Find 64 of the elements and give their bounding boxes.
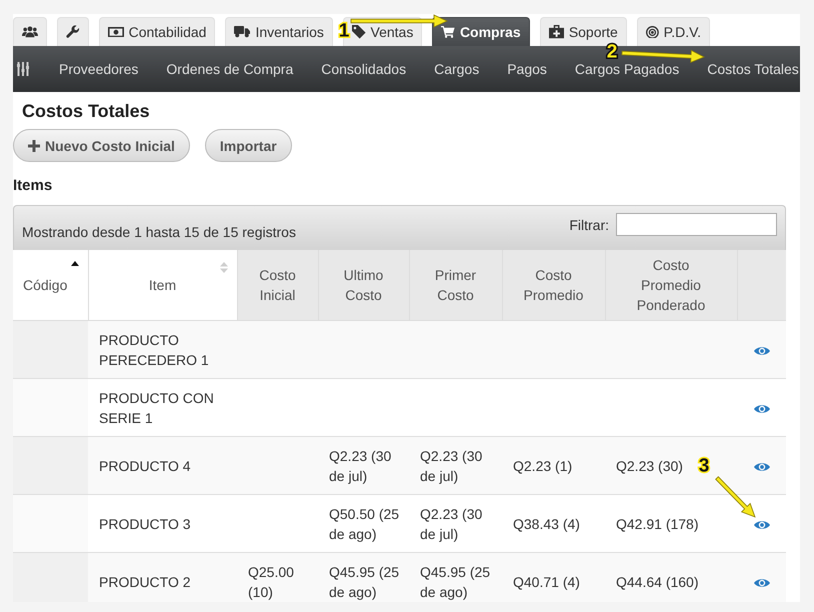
- module-tab[interactable]: [13, 17, 47, 46]
- table-cell: Q42.91 (178): [616, 516, 698, 532]
- table-cell: Q2.23 (30): [616, 458, 683, 474]
- action-button[interactable]: Importar: [204, 129, 292, 162]
- nav-link[interactable]: Consolidados: [321, 61, 406, 77]
- table-cell: Q45.95 (25 de ago): [329, 564, 400, 600]
- table-cell: PRODUCTO 3: [99, 516, 191, 532]
- banknote-icon: [108, 26, 124, 38]
- table-cell: Q44.64 (160): [616, 574, 698, 590]
- filter-label: Filtrar:: [569, 216, 609, 232]
- sort-ascending-icon: [70, 261, 78, 266]
- eye-icon[interactable]: [754, 578, 770, 588]
- add-button[interactable]: Nuevo Costo Inicial: [13, 129, 190, 162]
- eye-icon[interactable]: [754, 346, 770, 356]
- module-tab[interactable]: Compras: [432, 17, 530, 46]
- table-cell: PRODUCTO 4: [99, 458, 191, 474]
- table-cell: Q2.23 (30 de jul): [420, 506, 482, 542]
- module-tab[interactable]: Inventarios: [225, 17, 333, 46]
- table-cell: Q2.23 (30 de jul): [420, 448, 482, 484]
- table-cell: Q45.95 (25 de ago): [420, 564, 490, 600]
- table-cell: PRODUCTO 2: [99, 574, 191, 590]
- truck-icon: [234, 26, 250, 38]
- eye-icon[interactable]: [754, 462, 770, 472]
- plus-icon: [28, 140, 40, 152]
- module-tab[interactable]: Contabilidad: [98, 17, 216, 46]
- table-cell: PRODUCTO PERECEDERO 1: [99, 332, 209, 368]
- nav-link[interactable]: Cargos: [434, 61, 480, 77]
- filter-input[interactable]: [616, 213, 777, 236]
- column-header: Primer Costo: [409, 250, 502, 320]
- table-cell: PRODUCTO CON SERIE 1: [99, 390, 214, 426]
- table-info: Mostrando desde 1 hasta 15 de 15 registros: [22, 224, 296, 240]
- tag-icon: [352, 25, 366, 39]
- module-tab[interactable]: P.D.V.: [636, 17, 710, 46]
- users-icon: [22, 26, 38, 38]
- column-header[interactable]: Item: [88, 250, 237, 320]
- nav-link[interactable]: Proveedores: [59, 61, 138, 77]
- eye-icon[interactable]: [754, 404, 770, 414]
- column-header: Ultimo Costo: [318, 250, 409, 320]
- sort-icon: [220, 262, 228, 273]
- cart-icon: [441, 26, 455, 38]
- column-header: Costo Promedio Ponderado: [605, 250, 737, 320]
- table-cell: Q2.23 (1): [513, 458, 572, 474]
- medkit-icon: [548, 25, 564, 39]
- column-header: Costo Inicial: [237, 250, 318, 320]
- module-tab[interactable]: [57, 17, 89, 46]
- table-cell: Q50.50 (25 de ago): [329, 506, 400, 542]
- sliders-icon[interactable]: [17, 62, 29, 76]
- column-header: Costo Promedio: [502, 250, 605, 320]
- page-title: Costos Totales: [22, 100, 151, 122]
- table-cell: Q40.71 (4): [513, 574, 580, 590]
- section-title: Items: [13, 176, 54, 196]
- callout-number: 3: [698, 456, 710, 476]
- callout-arrow: [715, 476, 756, 518]
- nav-link[interactable]: Ordenes de Compra: [166, 61, 294, 77]
- nav-link[interactable]: Cargos Pagados: [574, 61, 680, 77]
- column-header[interactable]: Código: [13, 250, 88, 320]
- target-icon: [646, 26, 659, 38]
- table-cell: Q2.23 (30 de jul): [329, 448, 392, 484]
- wrench-icon: [66, 25, 80, 39]
- eye-icon[interactable]: [754, 520, 770, 530]
- nav-link[interactable]: Costos Totales: [707, 61, 799, 77]
- nav-link[interactable]: Pagos: [507, 61, 547, 77]
- table-cell: Q38.43 (4): [513, 516, 580, 532]
- table-cell: Q25.00 (10): [248, 564, 294, 600]
